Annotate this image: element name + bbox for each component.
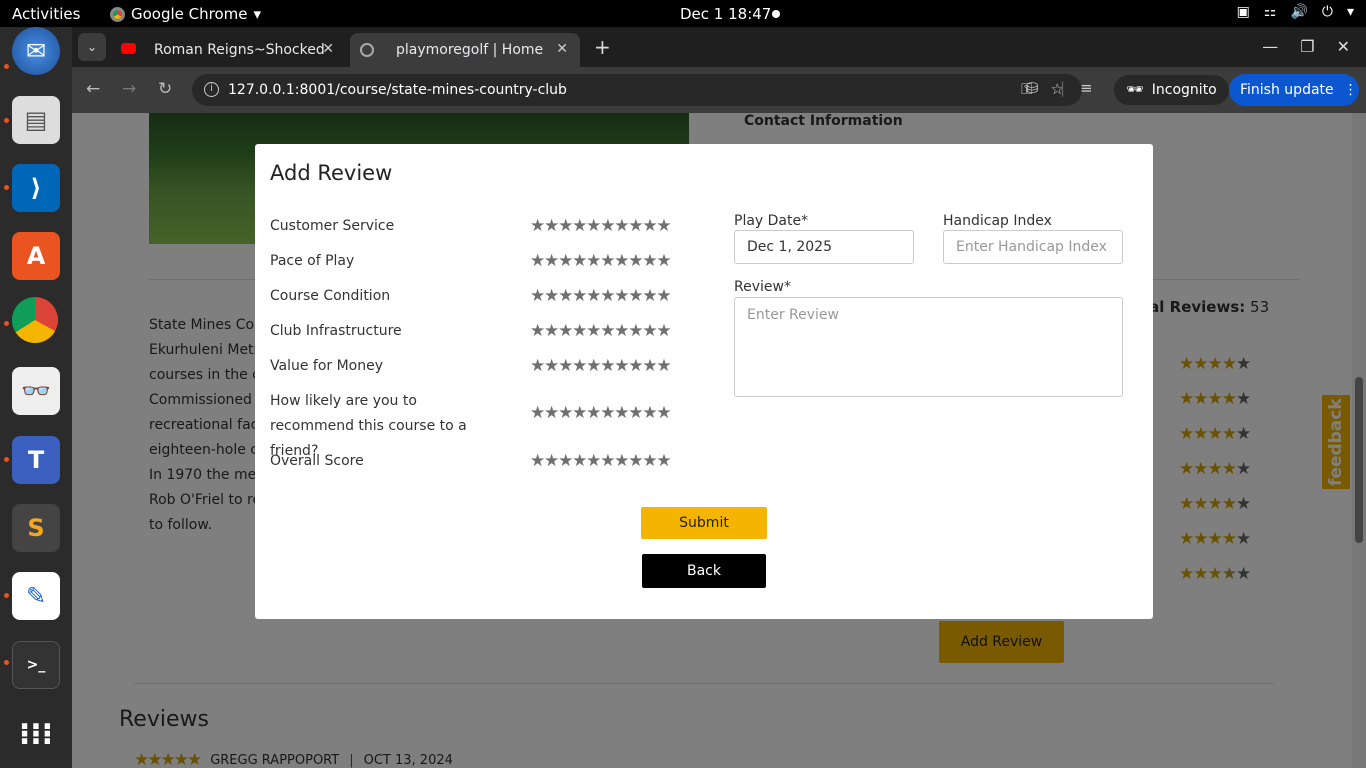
toolbar-divider: | <box>1060 79 1066 97</box>
new-tab-button[interactable]: + <box>594 35 611 59</box>
maximize-icon[interactable]: ❐ <box>1300 37 1314 56</box>
play-date-label: Play Date* <box>734 213 809 229</box>
sublime-text-icon[interactable]: S <box>12 504 60 552</box>
handicap-index-input[interactable]: Enter Handicap Index <box>943 230 1123 264</box>
finish-update-button[interactable]: Finish update ⋮ <box>1229 74 1359 106</box>
chevron-down-icon: ▾ <box>253 5 262 23</box>
text-editor-icon[interactable]: ✎ <box>12 572 60 620</box>
criterion-label: Overall Score <box>270 453 364 469</box>
page-viewport: Contact Information State Mines Cou Ekur… <box>72 113 1366 768</box>
system-top-bar: Activities Google Chrome ▾ Dec 1 18:47 ▣… <box>0 0 1366 27</box>
star-rating-input[interactable]: ★★★★★★★★★★ <box>530 401 672 426</box>
teams-icon[interactable]: T <box>12 436 60 484</box>
activities-button[interactable]: Activities <box>12 5 80 23</box>
terminal-icon[interactable]: >_ <box>12 641 60 689</box>
clock[interactable]: Dec 1 18:47 <box>680 5 771 23</box>
star-rating-input[interactable]: ★★★★★★★★★★ <box>530 249 672 274</box>
close-tab-icon[interactable]: ✕ <box>322 41 334 57</box>
running-indicator <box>4 593 9 598</box>
star-rating-input[interactable]: ★★★★★★★★★★ <box>530 214 672 239</box>
back-arrow-icon[interactable]: ← <box>86 79 100 99</box>
finish-update-label: Finish update <box>1240 82 1334 98</box>
extension-icon[interactable]: ⛁ <box>1026 79 1039 97</box>
chrome-icon[interactable] <box>12 297 58 343</box>
app-menu[interactable]: Google Chrome ▾ <box>110 5 261 23</box>
dock: ✉ ▤ ⟩ A 👓 T S ✎ >_ ⁝⁝⁝ <box>0 27 72 768</box>
handicap-label: Handicap Index <box>943 213 1052 229</box>
teams-tray-icon[interactable]: ▣ <box>1237 4 1250 20</box>
incognito-label: Incognito <box>1151 82 1217 98</box>
criterion-label: Value for Money <box>270 358 384 374</box>
files-icon[interactable]: ▤ <box>12 96 60 144</box>
system-tray[interactable]: ▣ ⚏ 🔊 ⏻ ▾ <box>1237 4 1354 20</box>
criterion-label: Customer Service <box>270 218 395 234</box>
reload-icon[interactable]: ↻ <box>158 79 172 99</box>
criterion-label: Pace of Play <box>270 253 355 269</box>
notification-dot <box>772 10 780 18</box>
power-icon[interactable]: ⏻ <box>1322 4 1333 20</box>
browser-toolbar: ← → ↻ i 127.0.0.1:8001/course/state-mine… <box>72 67 1366 113</box>
globe-icon <box>360 43 374 57</box>
tab-playmoregolf[interactable]: playmoregolf | Home ✕ <box>350 33 580 67</box>
incognito-badge[interactable]: 🕶 Incognito <box>1114 75 1229 105</box>
submit-button[interactable]: Submit <box>641 507 767 539</box>
thunderbird-icon[interactable]: ✉ <box>12 27 60 75</box>
url-text: 127.0.0.1:8001/course/state-mines-countr… <box>228 82 567 98</box>
star-rating-input[interactable]: ★★★★★★★★★★ <box>530 284 672 309</box>
star-rating-input[interactable]: ★★★★★★★★★★ <box>530 354 672 379</box>
chevron-down-icon: ⌄ <box>86 40 98 54</box>
chevron-down-icon[interactable]: ▾ <box>1347 4 1354 20</box>
review-label: Review* <box>734 279 791 295</box>
youtube-icon <box>121 43 136 54</box>
address-bar[interactable]: i 127.0.0.1:8001/course/state-mines-coun… <box>192 74 1082 106</box>
document-viewer-icon[interactable]: 👓 <box>12 367 60 415</box>
site-info-icon[interactable]: i <box>204 82 219 97</box>
star-rating-input[interactable]: ★★★★★★★★★★ <box>530 319 672 344</box>
back-button[interactable]: Back <box>642 554 766 588</box>
minimize-icon[interactable]: — <box>1262 37 1278 56</box>
running-indicator <box>4 457 9 462</box>
incognito-icon: 🕶 <box>1126 82 1144 98</box>
tab-strip: ⌄ Roman Reigns~Shocked ✕ playmoregolf | … <box>72 27 1366 67</box>
software-center-icon[interactable]: A <box>12 232 60 280</box>
add-review-modal: Add Review Customer Service ★★★★★★★★★★ P… <box>255 144 1153 619</box>
vscode-icon[interactable]: ⟩ <box>12 164 60 212</box>
running-indicator <box>4 321 9 326</box>
tab-title: playmoregolf | Home <box>396 42 544 58</box>
close-tab-icon[interactable]: ✕ <box>556 41 568 57</box>
running-indicator <box>4 118 9 123</box>
chrome-icon <box>110 6 125 22</box>
window-controls: — ❐ ✕ <box>1262 37 1350 56</box>
volume-icon[interactable]: 🔊 <box>1290 4 1307 20</box>
running-indicator <box>4 185 9 190</box>
close-icon[interactable]: ✕ <box>1337 37 1350 56</box>
tab-search-button[interactable]: ⌄ <box>78 33 106 61</box>
tab-title: Roman Reigns~Shocked <box>154 42 325 58</box>
modal-title: Add Review <box>270 161 393 185</box>
tab-youtube[interactable]: Roman Reigns~Shocked ✕ <box>108 33 346 67</box>
network-icon[interactable]: ⚏ <box>1264 4 1277 20</box>
running-indicator <box>4 64 9 69</box>
criterion-label: Course Condition <box>270 288 391 304</box>
media-controls-icon[interactable]: ≡ <box>1080 79 1093 97</box>
criterion-recommend: How likely are you to recommend this cou… <box>270 389 690 459</box>
more-vert-icon: ⋮ <box>1343 82 1358 98</box>
play-date-field[interactable]: Dec 1, 2025 <box>734 230 914 264</box>
review-textarea[interactable]: Enter Review <box>734 297 1123 397</box>
star-rating-input[interactable]: ★★★★★★★★★★ <box>530 449 672 474</box>
running-indicator <box>4 660 9 665</box>
criterion-label: Club Infrastructure <box>270 323 402 339</box>
app-menu-label: Google Chrome <box>131 5 248 23</box>
forward-arrow-icon[interactable]: → <box>122 79 136 99</box>
show-apps-icon[interactable]: ⁝⁝⁝ <box>12 710 60 758</box>
